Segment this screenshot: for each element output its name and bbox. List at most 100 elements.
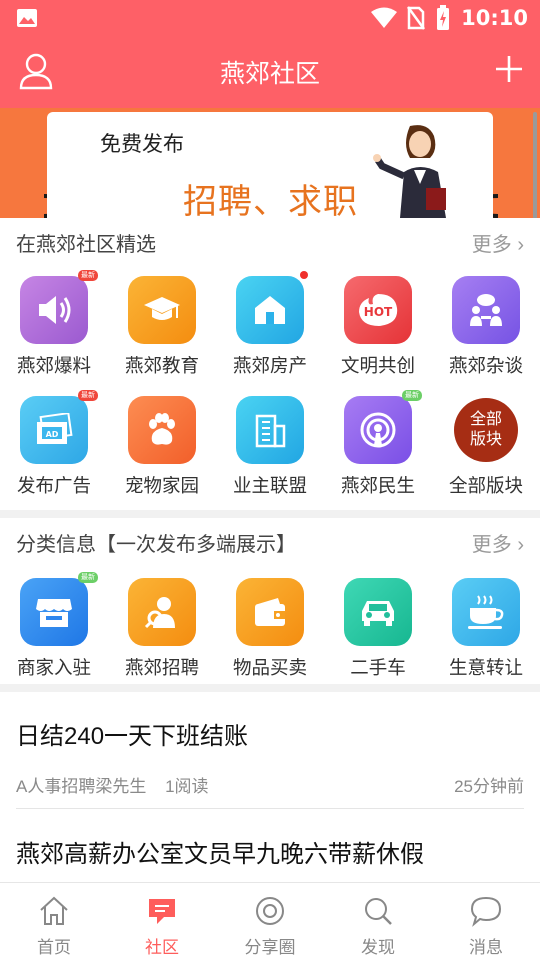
article-author: A人事招聘梁先生	[16, 777, 147, 796]
article-item[interactable]: 燕郊高薪办公室文员早九晚六带薪休假	[16, 834, 524, 869]
grid-item-label: 物品买卖	[232, 657, 307, 678]
chat-people-icon	[452, 276, 520, 344]
grid-item-label: 燕郊房产	[232, 355, 307, 376]
tab-home[interactable]: 首页	[0, 883, 108, 960]
new-badge: 最新	[78, 572, 98, 583]
grid-item-merchant[interactable]: 最新 商家入驻	[0, 572, 108, 690]
wifi-icon	[371, 7, 398, 28]
svg-text:HOT: HOT	[364, 305, 393, 319]
new-badge: 最新	[78, 270, 98, 281]
grid-item-label: 业主联盟	[232, 475, 307, 496]
promo-banner[interactable]: 免费发布 招聘、求职	[0, 108, 540, 218]
grid-item-baoliao[interactable]: 最新 燕郊爆料	[0, 270, 108, 388]
community-chat-icon	[149, 899, 175, 924]
grid-item-label: 商家入驻	[16, 657, 91, 678]
add-post-icon[interactable]	[494, 54, 524, 84]
grid-item-owners[interactable]: 业主联盟	[216, 396, 324, 508]
grid-item-all-sections[interactable]: 全部版块 全部版块	[432, 396, 540, 508]
discover-search-icon	[365, 898, 392, 925]
new-badge: 最新	[78, 390, 98, 401]
more-label: 更多	[471, 234, 512, 256]
gallery-notification-icon	[17, 9, 37, 27]
tab-label: 发现	[361, 938, 395, 957]
status-bar: 10:10	[0, 0, 540, 36]
grid-item-pets[interactable]: 宠物家园	[108, 396, 216, 508]
article-feed: 日结240一天下班结账 A人事招聘梁先生 1阅读 25分钟前 燕郊高薪办公室文员…	[0, 692, 540, 882]
ad-icon: AD	[20, 396, 88, 464]
grid-item-civilization[interactable]: HOT 文明共创	[324, 276, 432, 388]
new-badge: 最新	[402, 390, 422, 401]
section-heading: 在燕郊社区精选	[16, 234, 156, 256]
grid-item-usedcar[interactable]: 二手车	[324, 578, 432, 690]
businesswoman-illustration	[373, 125, 446, 218]
grid-item-ads[interactable]: AD 最新 发布广告	[0, 390, 108, 508]
all-sections-icon: 全部版块	[454, 398, 518, 462]
graduation-cap-icon	[128, 276, 196, 344]
chevron-right-icon: ›	[511, 534, 524, 556]
tab-label: 消息	[469, 938, 503, 957]
article-time: 25分钟前	[454, 777, 524, 796]
podcast-icon	[344, 396, 412, 464]
tab-share-circle[interactable]: 分享圈	[216, 883, 324, 960]
speaker-icon	[20, 276, 88, 344]
grid-item-label: 燕郊民生	[340, 475, 415, 496]
tab-messages[interactable]: 消息	[432, 883, 540, 960]
coffee-cup-icon	[452, 578, 520, 646]
grid-item-recruit[interactable]: 燕郊招聘	[108, 578, 216, 690]
grid-item-label: 宠物家园	[124, 475, 199, 496]
grid-item-label: 燕郊杂谈	[448, 355, 523, 376]
chevron-right-icon: ›	[511, 234, 524, 256]
tab-label: 社区	[145, 938, 179, 957]
article-title: 日结240一天下班结账	[16, 723, 249, 750]
article-meta: A人事招聘梁先生 1阅读 25分钟前	[16, 772, 524, 797]
banner-free-post-text: 免费发布	[100, 133, 184, 156]
more-label: 更多	[471, 534, 512, 556]
grid-item-label: 发布广告	[16, 475, 91, 496]
banner-recruit-text: 招聘、求职	[183, 183, 358, 218]
home-icon	[40, 896, 68, 925]
clock: 10:10	[461, 6, 528, 30]
article-title: 燕郊高薪办公室文员早九晚六带薪休假	[16, 841, 424, 868]
section-heading: 分类信息【一次发布多端展示】	[16, 534, 296, 556]
shop-icon	[20, 578, 88, 646]
grid-item-chat[interactable]: 燕郊杂谈	[432, 276, 540, 388]
tab-community[interactable]: 社区	[108, 883, 216, 960]
more-link[interactable]: 更多 ›	[472, 228, 524, 257]
grid-item-livelihood[interactable]: 最新 燕郊民生	[324, 390, 432, 508]
bottom-tab-bar: 首页 社区 分享圈 发现 消息	[0, 882, 540, 960]
grid-item-realestate[interactable]: 燕郊房产	[216, 271, 324, 388]
grid-item-transfer[interactable]: 生意转让	[432, 578, 540, 690]
app-header: 燕郊社区	[0, 36, 540, 108]
classified-section: 分类信息【一次发布多端展示】 更多 › 最新 商家入驻 燕郊招聘 物品买卖 二手…	[0, 518, 540, 684]
grid-item-label: 燕郊教育	[124, 355, 199, 376]
article-item[interactable]: 日结240一天下班结账 A人事招聘梁先生 1阅读 25分钟前	[16, 716, 524, 796]
article-reads: 1阅读	[165, 777, 209, 796]
more-link[interactable]: 更多 ›	[472, 528, 524, 557]
all-sections-icon-text: 全部版块	[469, 411, 502, 448]
no-sim-icon	[407, 6, 426, 30]
paw-icon	[128, 396, 196, 464]
share-circle-icon	[256, 897, 284, 925]
message-icon	[470, 896, 502, 927]
featured-section: 在燕郊社区精选 更多 › 最新 燕郊爆料 燕郊教育 燕郊房产 HOT 文明共创 …	[0, 218, 540, 510]
tab-discover[interactable]: 发现	[324, 883, 432, 960]
tab-label: 首页	[37, 938, 71, 957]
grid-item-trade[interactable]: 物品买卖	[216, 578, 324, 690]
battery-charging-icon	[437, 5, 450, 30]
svg-text:AD: AD	[46, 430, 59, 439]
recruit-icon	[128, 578, 196, 646]
divider	[16, 808, 524, 809]
tab-label: 分享圈	[244, 938, 296, 957]
system-status: 10:10	[371, 4, 528, 32]
grid-item-label: 二手车	[350, 657, 406, 678]
page-title: 燕郊社区	[219, 60, 320, 88]
grid-item-label: 燕郊爆料	[16, 355, 91, 376]
grid-item-label: 全部版块	[448, 475, 523, 496]
house-icon	[236, 276, 304, 344]
grid-item-label: 燕郊招聘	[124, 657, 199, 678]
grid-item-label: 文明共创	[340, 355, 415, 376]
grid-item-label: 生意转让	[448, 657, 523, 678]
hot-icon: HOT	[344, 276, 412, 344]
building-icon	[236, 396, 304, 464]
grid-item-education[interactable]: 燕郊教育	[108, 276, 216, 388]
